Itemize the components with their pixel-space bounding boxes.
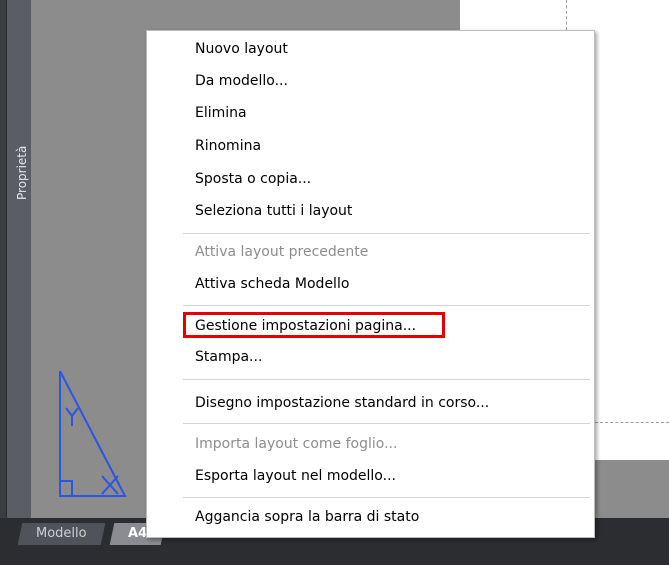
menu-item-da-modello[interactable]: Da modello...: [195, 69, 288, 93]
menu-item-elimina[interactable]: Elimina: [195, 101, 247, 125]
layout-context-menu: Nuovo layout Da modello... Elimina Rinom…: [146, 30, 595, 538]
ucs-icon: [59, 370, 127, 497]
tab-modello[interactable]: Modello: [17, 523, 105, 545]
menu-separator: [183, 497, 590, 498]
properties-palette-strip[interactable]: Proprietà: [6, 0, 32, 518]
menu-separator: [183, 305, 590, 306]
viewport-border-dashed-horizontal: [590, 422, 669, 423]
menu-item-nuovo-layout[interactable]: Nuovo layout: [195, 37, 288, 61]
menu-separator: [183, 233, 590, 234]
menu-item-sposta-o-copia[interactable]: Sposta o copia...: [195, 167, 311, 191]
menu-item-aggancia-sopra-barra-stato[interactable]: Aggancia sopra la barra di stato: [195, 505, 419, 529]
menu-item-disegno-impostazione-standard[interactable]: Disegno impostazione standard in corso..…: [195, 391, 489, 415]
menu-item-importa-layout-come-foglio: Importa layout come foglio...: [195, 436, 398, 452]
menu-item-esporta-layout-nel-modello[interactable]: Esporta layout nel modello...: [195, 464, 396, 488]
menu-item-stampa[interactable]: Stampa...: [195, 345, 262, 369]
menu-item-attiva-scheda-modello[interactable]: Attiva scheda Modello: [195, 272, 349, 296]
menu-item-attiva-layout-precedente: Attiva layout precedente: [195, 244, 369, 260]
viewport-border-dashed-vertical: [566, 0, 567, 30]
menu-item-rinomina[interactable]: Rinomina: [195, 134, 261, 158]
properties-palette-label: Proprietà: [15, 145, 29, 200]
menu-separator: [183, 379, 590, 380]
menu-separator: [183, 423, 590, 424]
menu-item-seleziona-tutti[interactable]: Seleziona tutti i layout: [195, 199, 352, 223]
highlight-box: [183, 312, 445, 338]
